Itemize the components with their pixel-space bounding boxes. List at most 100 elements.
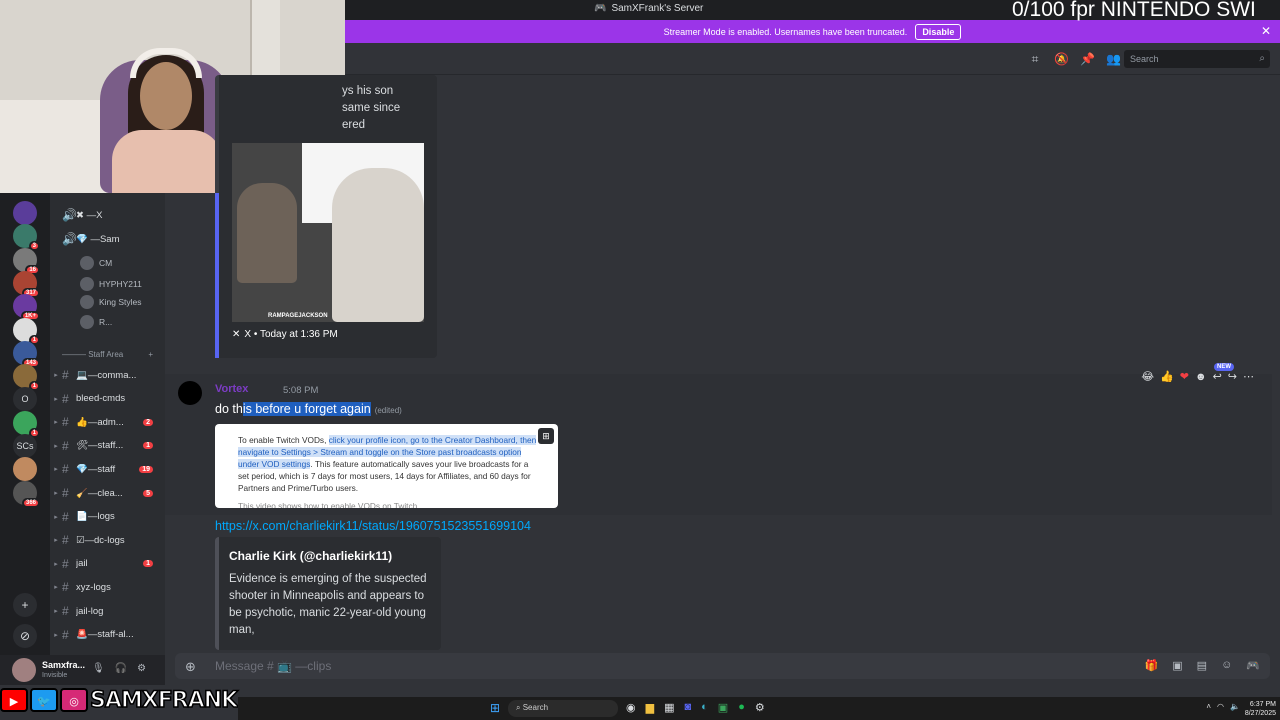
add-reaction-icon[interactable]: ☻ bbox=[1195, 371, 1207, 383]
unread-badge: 5 bbox=[143, 489, 153, 497]
server-icon[interactable]: SCs bbox=[13, 434, 37, 458]
store-icon[interactable]: ▦ bbox=[664, 701, 674, 714]
thumbs-up-icon[interactable]: 👍 bbox=[1160, 370, 1174, 383]
channel-label: 📄—logs bbox=[76, 511, 115, 523]
embed-video[interactable]: RAMPAGEJACKSON bbox=[232, 143, 424, 322]
discord-icon[interactable]: ◙ bbox=[684, 701, 691, 714]
voice-user[interactable]: King Styles bbox=[80, 295, 142, 309]
server-icon[interactable]: 317 bbox=[13, 270, 40, 298]
more-icon[interactable]: ⋯ bbox=[1243, 370, 1254, 383]
embed-description: Evidence is emerging of the suspected sh… bbox=[229, 573, 427, 636]
voice-user[interactable]: CM bbox=[80, 256, 112, 270]
threads-icon[interactable]: ⌗ bbox=[1028, 52, 1042, 66]
add-attachment-icon[interactable]: ⊕ bbox=[185, 659, 196, 675]
server-icon[interactable]: O bbox=[13, 387, 37, 412]
channel-label: xyz-logs bbox=[76, 581, 111, 593]
voice-icon: 🔊 bbox=[62, 208, 77, 222]
channel-item[interactable]: ▸ # 🛠—staff... 1 bbox=[50, 436, 165, 456]
channel-item[interactable]: ▸ # 🧹—clea... 5 bbox=[50, 483, 165, 503]
headphones-icon[interactable]: 🎧 bbox=[115, 663, 127, 674]
windows-start-icon[interactable]: ⊞ bbox=[490, 701, 500, 715]
laugh-emoji-icon[interactable]: 😂 bbox=[1141, 370, 1154, 383]
hash-icon: # bbox=[62, 556, 69, 571]
server-icon[interactable]: 366 bbox=[13, 480, 40, 508]
channel-item[interactable]: ▸ # 💎—staff 19 bbox=[50, 459, 165, 479]
category-staff-area[interactable]: ——— Staff Area + bbox=[50, 344, 165, 364]
taskbar-search[interactable]: ⌕ Search bbox=[508, 700, 618, 717]
chevron-up-icon[interactable]: ˄ bbox=[1206, 702, 1211, 711]
chevron-right-icon: ▸ bbox=[54, 395, 58, 403]
server-icon[interactable] bbox=[13, 201, 37, 225]
avatar bbox=[80, 277, 94, 291]
server-icon[interactable]: 16 bbox=[13, 247, 40, 275]
reply-icon[interactable]: ↩ bbox=[1213, 370, 1222, 383]
edge-icon[interactable]: ◐ bbox=[701, 701, 708, 714]
message-author[interactable]: Vortex bbox=[215, 383, 248, 395]
user-status: Invisible bbox=[42, 672, 68, 679]
message-input[interactable]: ⊕ Message # 📺 —clips 🎁 ▣ ▤ ☺ 🎮 bbox=[175, 653, 1270, 679]
message-link[interactable]: https://x.com/charliekirk11/status/19607… bbox=[215, 519, 531, 533]
members-icon[interactable]: 👥 bbox=[1106, 52, 1121, 66]
channel-item[interactable]: ▸ # 💻—comma... bbox=[50, 365, 165, 385]
close-icon[interactable]: ✕ bbox=[1261, 24, 1271, 38]
server-icon[interactable]: 3 bbox=[13, 224, 40, 252]
gif-icon[interactable]: ▣ bbox=[1172, 659, 1182, 672]
window-title: 🎮 SamXFrank's Server bbox=[594, 3, 704, 14]
sticker-icon[interactable]: ▤ bbox=[1197, 659, 1207, 672]
server-icon[interactable]: 143 bbox=[13, 340, 40, 368]
heart-icon[interactable]: ❤ bbox=[1180, 370, 1189, 383]
pin-icon[interactable]: 📌 bbox=[1080, 52, 1095, 66]
speaker-icon[interactable]: 🔈 bbox=[1230, 702, 1240, 711]
chrome-icon[interactable]: ◉ bbox=[626, 701, 636, 714]
channel-item[interactable]: ▸ # jail 1 bbox=[50, 554, 165, 574]
voice-channel-x[interactable]: 🔊 ✖ —X bbox=[50, 205, 165, 225]
server-icon[interactable]: 1 bbox=[13, 364, 40, 392]
channel-item[interactable]: ▸ # 🚨—staff-al... bbox=[50, 625, 165, 645]
add-server-icon[interactable]: + bbox=[13, 593, 37, 617]
channel-label: 💎—staff bbox=[76, 463, 116, 475]
channel-label: 💻—comma... bbox=[76, 369, 137, 381]
wifi-icon[interactable]: ◠ bbox=[1217, 702, 1224, 711]
xbox-icon[interactable]: ▣ bbox=[718, 701, 728, 714]
apps-icon[interactable]: 🎮 bbox=[1246, 659, 1260, 672]
settings-icon[interactable]: ⚙ bbox=[755, 701, 765, 714]
chevron-right-icon: ▸ bbox=[54, 419, 58, 427]
server-icon[interactable] bbox=[13, 457, 37, 482]
server-icon[interactable]: 1K+ bbox=[13, 294, 40, 322]
user-panel: Samxfra... Invisible 🎙 🎧 ⚙ bbox=[0, 655, 165, 685]
image-attachment[interactable]: To enable Twitch VODs, click your profil… bbox=[215, 424, 558, 508]
emoji-icon[interactable]: ☺ bbox=[1221, 659, 1232, 672]
server-icon[interactable]: 1 bbox=[13, 410, 40, 438]
x-logo-icon: ✕ bbox=[232, 329, 241, 340]
add-channel-icon[interactable]: + bbox=[148, 350, 153, 359]
voice-channel-sam[interactable]: 🔊 💎 —Sam bbox=[50, 229, 165, 249]
link-embed[interactable]: ys his son same since ered RAMPAGEJACKSO… bbox=[215, 75, 437, 358]
channel-item[interactable]: ▸ # 📄—logs bbox=[50, 507, 165, 527]
disable-button[interactable]: Disable bbox=[915, 23, 962, 40]
channel-item[interactable]: ▸ # xyz-logs bbox=[50, 577, 165, 597]
search-input[interactable]: Search ⌕ bbox=[1124, 50, 1270, 68]
notification-mute-icon[interactable]: 🔕 bbox=[1054, 52, 1069, 66]
channel-item[interactable]: ▸ # ☑—dc-logs bbox=[50, 530, 165, 550]
channel-label: jail bbox=[76, 558, 88, 570]
voice-user[interactable]: HYPHY211 bbox=[80, 277, 142, 291]
server-icon[interactable]: 1 bbox=[13, 317, 40, 345]
channel-item[interactable]: ▸ # 👍—adm... 2 bbox=[50, 412, 165, 432]
explore-icon[interactable]: ⊘ bbox=[13, 624, 37, 648]
avatar[interactable] bbox=[12, 658, 36, 682]
image-options-icon[interactable]: ⊞ bbox=[538, 428, 554, 444]
gift-icon[interactable]: 🎁 bbox=[1145, 659, 1159, 672]
youtube-icon: ▶ bbox=[0, 688, 28, 712]
voice-user[interactable]: R... bbox=[80, 315, 112, 329]
channel-item[interactable]: ▸ # bleed-cmds bbox=[50, 389, 165, 409]
forward-icon[interactable]: ↪ bbox=[1228, 370, 1237, 383]
clock[interactable]: 6:37 PM 8/27/2025 bbox=[1245, 700, 1276, 718]
microphone-icon[interactable]: 🎙 bbox=[92, 663, 105, 674]
spotify-icon[interactable]: ● bbox=[738, 701, 745, 714]
avatar[interactable] bbox=[178, 381, 202, 405]
embed-author[interactable]: Charlie Kirk (@charliekirk11) bbox=[229, 549, 431, 563]
tweet-embed[interactable]: Charlie Kirk (@charliekirk11) Evidence i… bbox=[215, 537, 441, 650]
gear-icon[interactable]: ⚙ bbox=[137, 663, 146, 674]
channel-item[interactable]: ▸ # jail-log bbox=[50, 601, 165, 621]
folder-icon[interactable]: ▆ bbox=[646, 701, 654, 714]
